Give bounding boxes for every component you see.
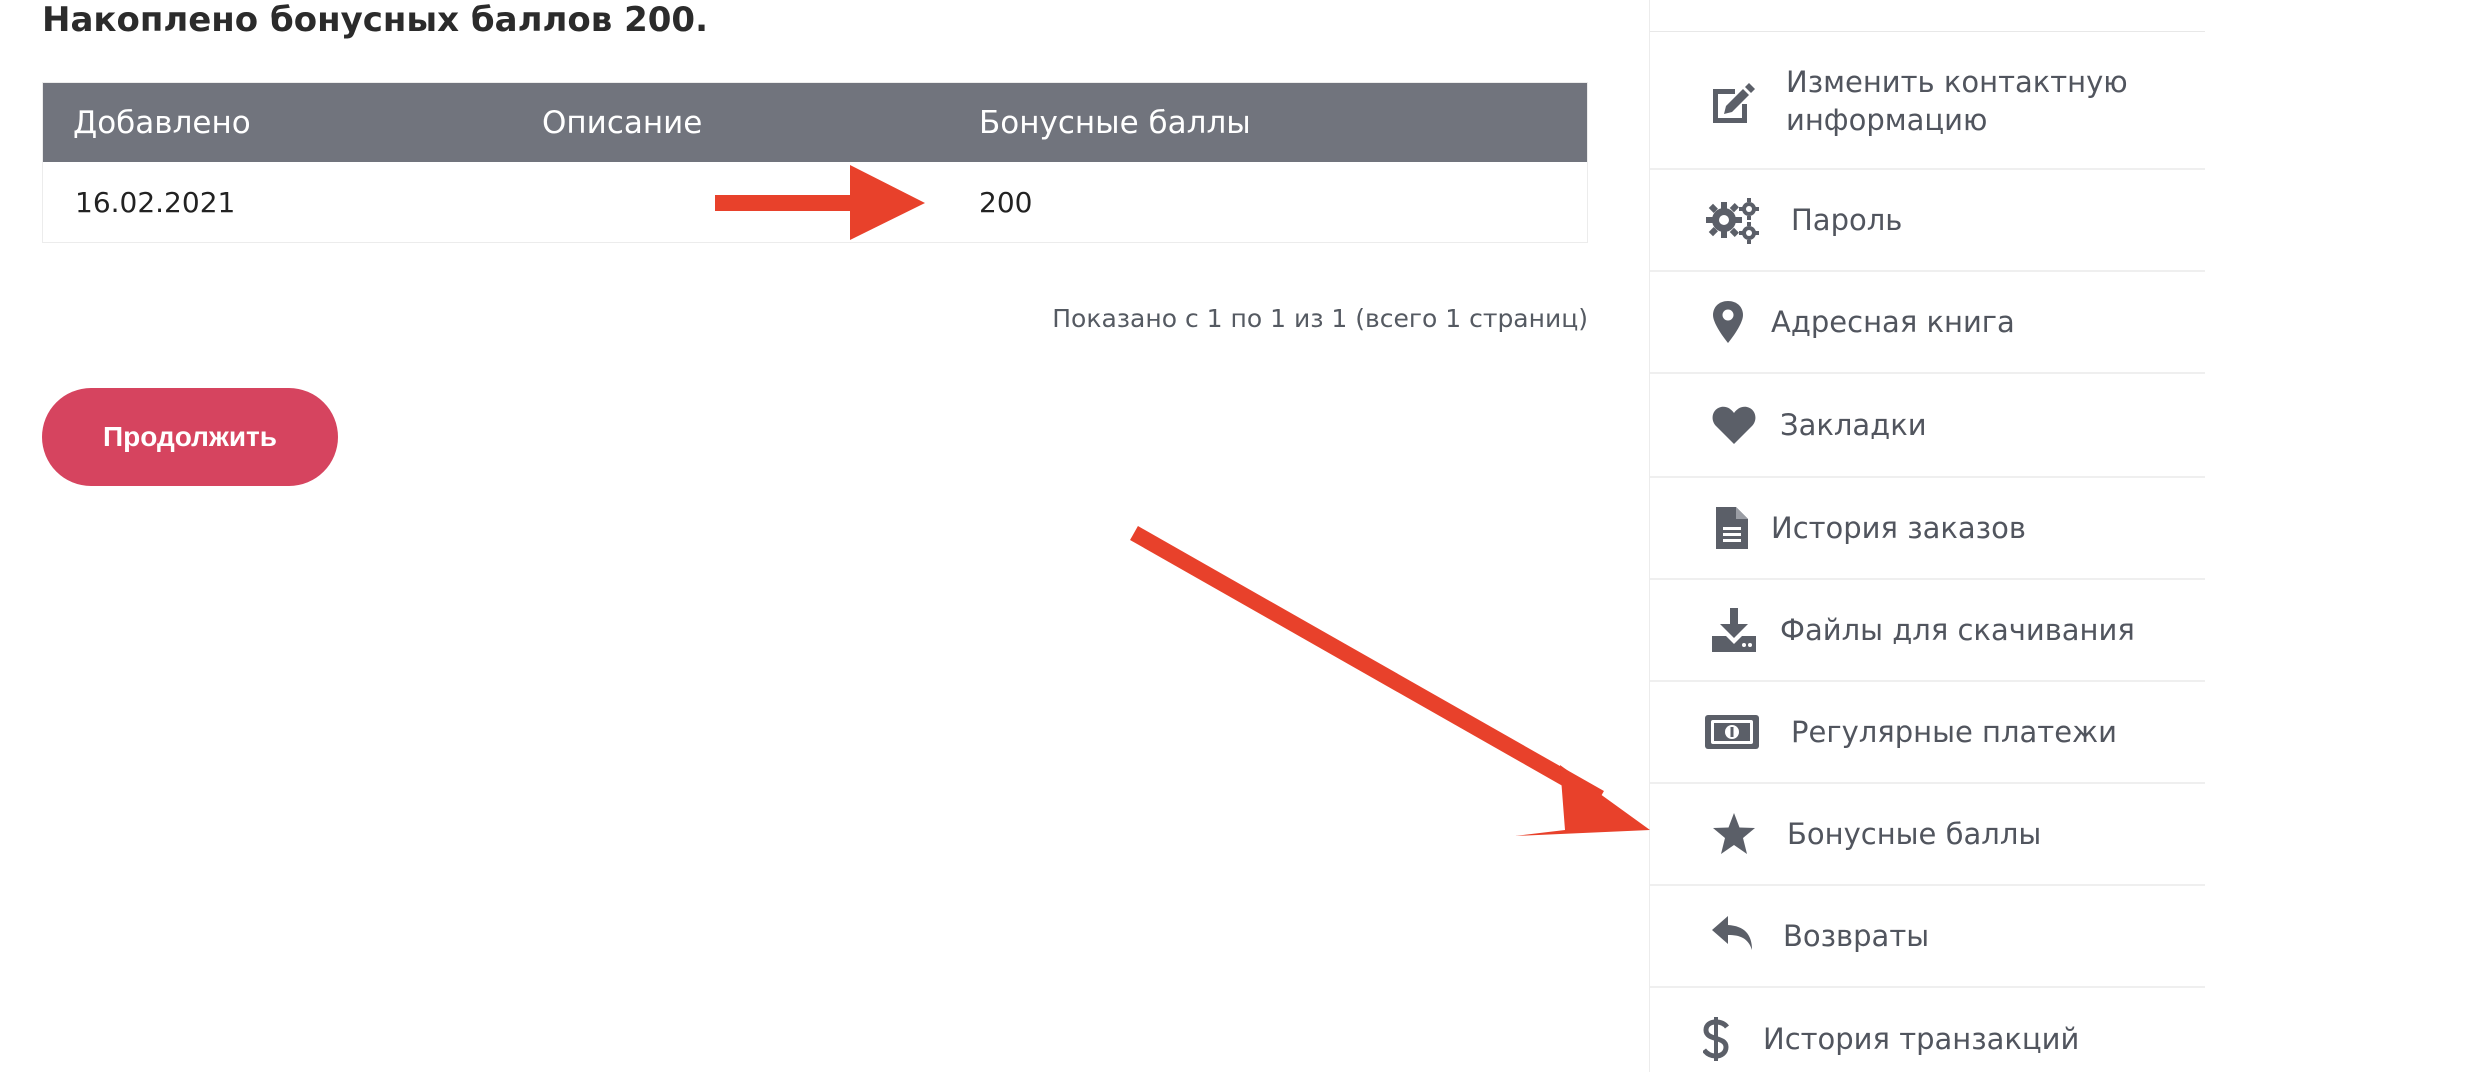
annotation-arrow-to-sidebar — [1130, 526, 1650, 836]
continue-button[interactable]: Продолжить — [42, 388, 338, 486]
sidebar-item-wishlist[interactable]: Закладки — [1650, 374, 2205, 478]
sidebar-item-password[interactable]: Пароль — [1650, 170, 2205, 272]
sidebar-item-returns[interactable]: Возвраты — [1650, 886, 2205, 988]
gears-icon — [1706, 192, 1762, 248]
heading-prefix: Накоплено бонусных баллов — [42, 0, 625, 40]
column-header-points: Бонусные баллы — [979, 104, 1251, 141]
star-icon — [1706, 806, 1762, 862]
page: Накоплено бонусных баллов 200. Добавлено… — [0, 0, 2482, 1072]
sidebar-item-label: Регулярные платежи — [1791, 715, 2118, 749]
sidebar-item-recurring-payments[interactable]: Регулярные платежи — [1650, 682, 2205, 784]
download-icon — [1706, 602, 1762, 658]
sidebar-item-label: Пароль — [1791, 203, 1903, 237]
table-row: 16.02.2021 200 — [43, 162, 1587, 242]
pagination-info: Показано с 1 по 1 из 1 (всего 1 страниц) — [1052, 304, 1588, 333]
reply-icon — [1706, 908, 1762, 964]
sidebar-divider — [1650, 31, 2205, 32]
map-marker-icon — [1700, 294, 1756, 350]
sidebar-item-label: Возвраты — [1783, 919, 1930, 953]
sidebar-item-label: Закладки — [1780, 408, 1927, 442]
sidebar-item-edit-contact[interactable]: Изменить контактную информацию — [1650, 33, 2205, 170]
sidebar-item-label: История заказов — [1771, 511, 2026, 545]
heart-icon — [1706, 397, 1762, 453]
cell-points: 200 — [979, 185, 1033, 219]
heading-suffix: . — [695, 0, 708, 40]
edit-icon — [1706, 75, 1762, 131]
table-header: Добавлено Описание Бонусные баллы — [43, 83, 1587, 162]
sidebar-item-label: История транзакций — [1763, 1022, 2080, 1056]
sidebar-item-label: Адресная книга — [1771, 305, 2015, 339]
dollar-icon — [1694, 1011, 1738, 1067]
cell-date: 16.02.2021 — [75, 185, 236, 219]
sidebar-item-label: Изменить контактную информацию — [1786, 65, 2128, 137]
sidebar-item-order-history[interactable]: История заказов — [1650, 478, 2205, 580]
bonus-table: Добавлено Описание Бонусные баллы 16.02.… — [42, 82, 1588, 243]
sidebar-item-downloads[interactable]: Файлы для скачивания — [1650, 580, 2205, 682]
column-header-description: Описание — [542, 104, 703, 141]
sidebar-item-label: Файлы для скачивания — [1780, 613, 2135, 647]
money-icon — [1702, 704, 1762, 760]
page-title: Накоплено бонусных баллов 200. — [42, 0, 708, 40]
sidebar-item-address-book[interactable]: Адресная книга — [1650, 272, 2205, 374]
sidebar-item-transactions[interactable]: История транзакций — [1650, 988, 2205, 1090]
account-sidebar: Изменить контактную информацию Пароль Ад… — [1649, 0, 2205, 1072]
document-icon — [1704, 500, 1760, 556]
bonus-amount: 200 — [624, 0, 696, 40]
column-header-date: Добавлено — [73, 104, 251, 141]
sidebar-item-bonus-points[interactable]: Бонусные баллы — [1650, 784, 2205, 886]
sidebar-item-label: Бонусные баллы — [1787, 817, 2042, 851]
